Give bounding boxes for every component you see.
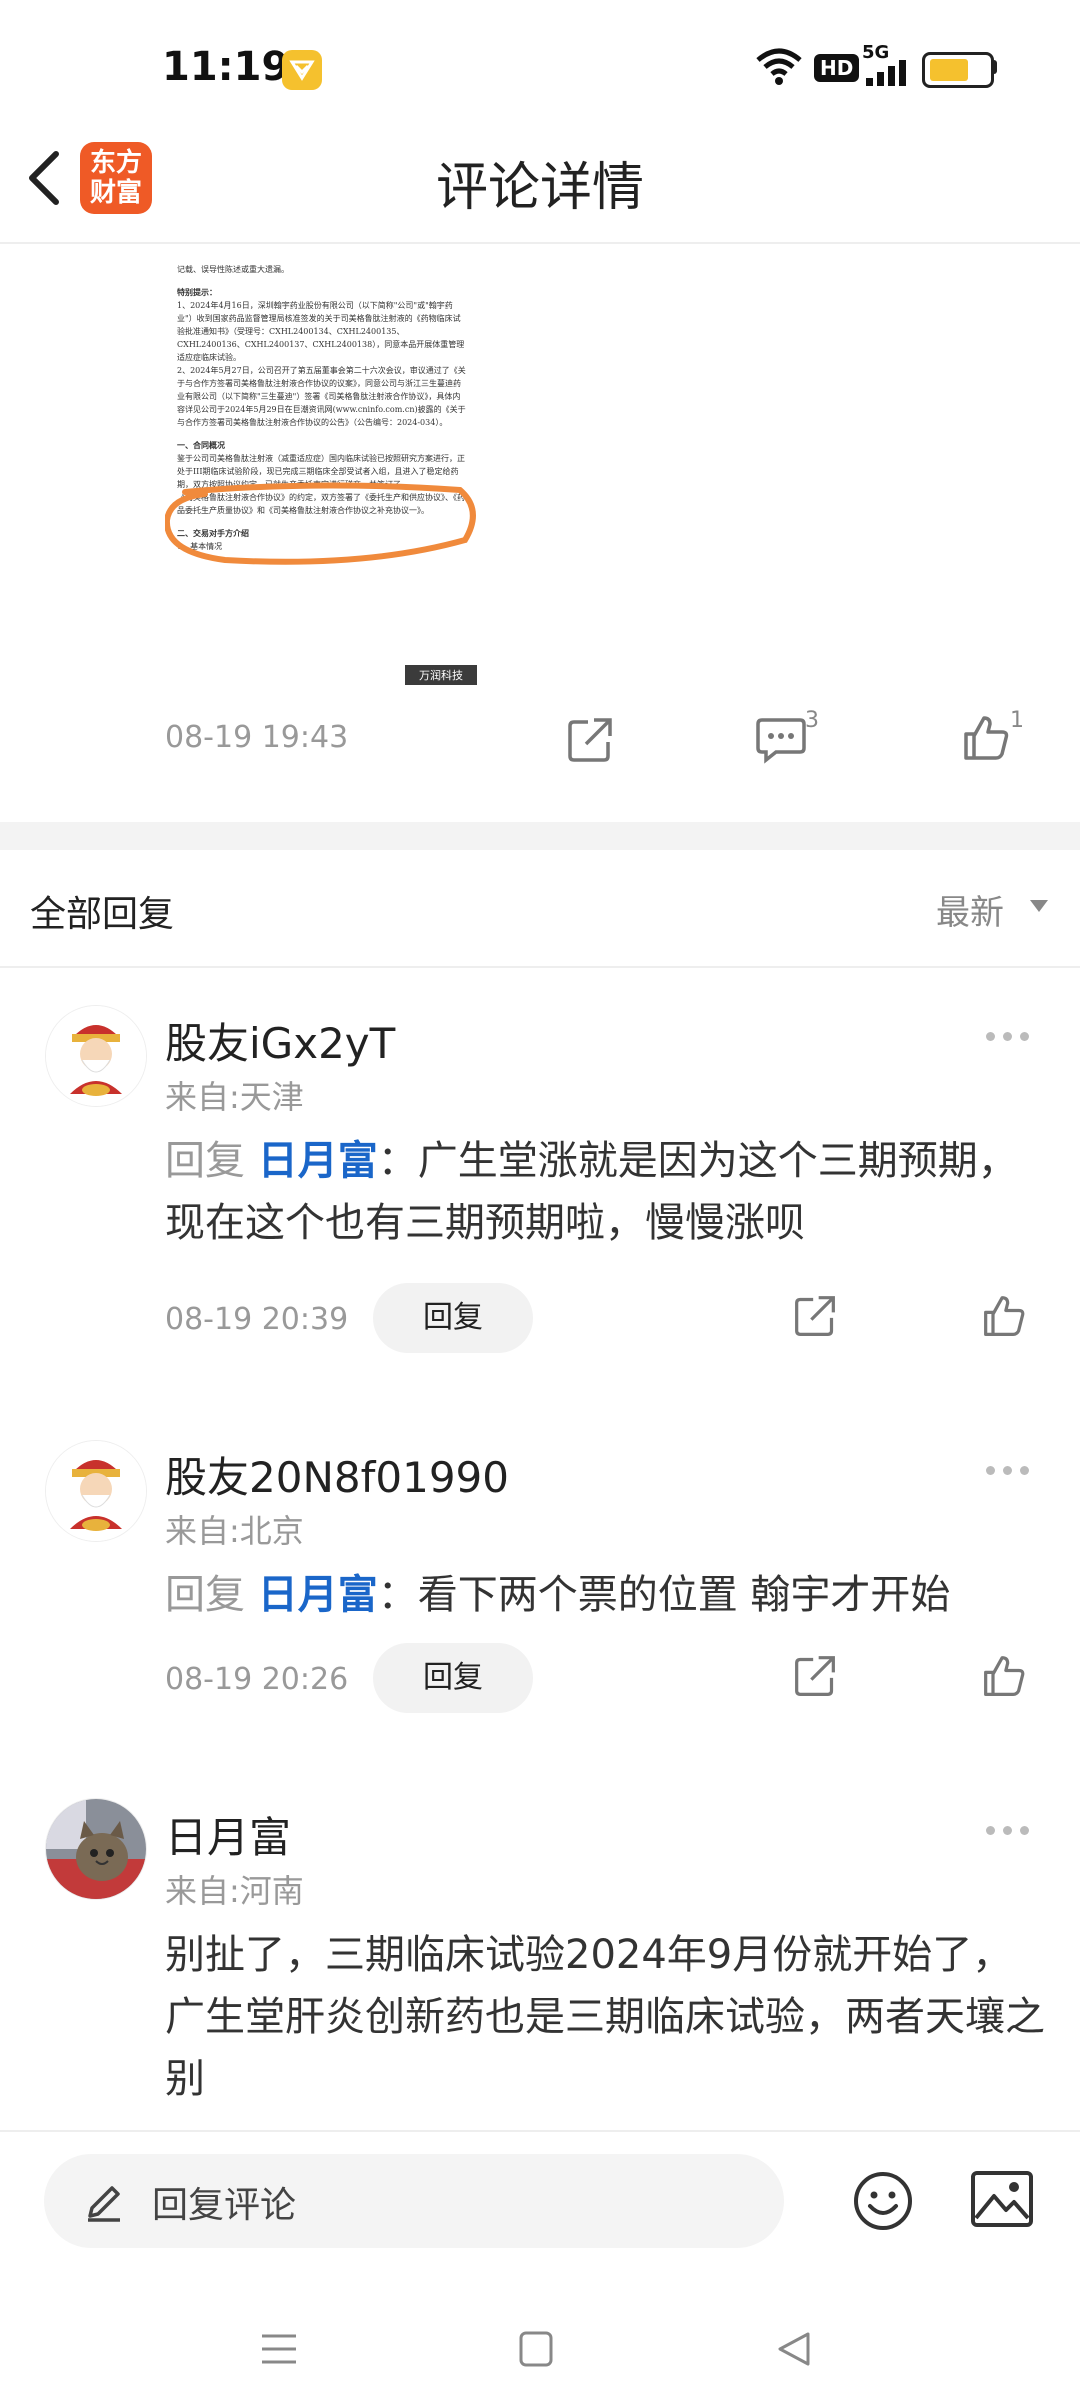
battery-icon (922, 52, 994, 88)
mention-link[interactable]: 日月富 (258, 1572, 378, 1618)
comment-text[interactable]: 别扯了，三期临床试验2024年9月份就开始了，广生堂肝炎创新药也是三期临床试验，… (165, 1924, 1045, 2124)
image-icon[interactable] (970, 2170, 1034, 2228)
section-gap (0, 822, 1080, 850)
avatar[interactable] (45, 1798, 147, 1900)
hd-badge: HD (814, 54, 860, 82)
more-options-icon[interactable] (986, 1466, 1037, 1475)
comment-text[interactable]: 回复 日月富：广生堂涨就是因为这个三期预期，现在这个也有三期预期啦，慢慢涨呗 (165, 1130, 1045, 1254)
caishen-avatar-icon (46, 1441, 146, 1541)
comment-location: 来自:河南 (165, 1872, 304, 1910)
home-nav-icon[interactable] (518, 2330, 554, 2368)
reply-input-placeholder[interactable]: 回复评论 (152, 2176, 296, 2228)
mention-link[interactable]: 日月富 (258, 1138, 378, 1184)
avatar[interactable] (45, 1005, 147, 1107)
comment-body: 别扯了，三期临床试验2024年9月份就开始了，广生堂肝炎创新药也是三期临床试验，… (165, 1932, 1045, 2102)
comment-location: 来自:北京 (165, 1512, 304, 1550)
comment-text[interactable]: 回复 日月富：看下两个票的位置 翰宇才开始 (165, 1564, 1045, 1626)
comment-icon[interactable] (756, 716, 806, 764)
reply-button[interactable]: 回复 (373, 1283, 533, 1353)
comment-count: 3 (805, 708, 819, 733)
page-title: 评论详情 (435, 158, 644, 218)
emoji-icon[interactable] (852, 2170, 914, 2232)
like-icon[interactable] (982, 1294, 1026, 1338)
document-line: 特别提示： (177, 287, 217, 297)
bottom-bar-divider (0, 2130, 1080, 2132)
share-icon[interactable] (793, 1654, 837, 1698)
comment-timestamp: 08-19 20:39 (165, 1302, 349, 1337)
comment-username[interactable]: 日月富 (165, 1804, 291, 1865)
document-line: 一、合同概况 (177, 440, 225, 450)
more-options-icon[interactable] (986, 1032, 1037, 1041)
status-bar: 11:19 HD 5G (0, 0, 1080, 140)
share-icon[interactable] (566, 716, 614, 764)
reply-prefix: 回复 (165, 1572, 245, 1618)
comment-timestamp: 08-19 20:26 (165, 1662, 349, 1697)
document-watermark: 万润科技 (405, 665, 477, 685)
document-line: 1、2024年4月16日，深圳翰宇药业股份有限公司（以下简称"公司"或"翰宇药业… (177, 301, 465, 362)
header-divider (0, 242, 1080, 244)
share-icon[interactable] (793, 1294, 837, 1338)
sort-dropdown-arrow-icon[interactable] (1030, 900, 1048, 912)
comment-username[interactable]: 股友iGx2yT (165, 1010, 395, 1071)
document-line: 记载、误导性陈述或重大遗漏。 (177, 265, 289, 274)
caishen-avatar-icon (46, 1006, 146, 1106)
like-count: 1 (1010, 708, 1024, 733)
sort-dropdown[interactable]: 最新 (936, 885, 1004, 934)
wifi-icon (756, 48, 802, 85)
comment-location: 来自:天津 (165, 1078, 304, 1116)
status-time: 11:19 (162, 44, 290, 90)
section-divider (0, 966, 1080, 968)
document-image[interactable]: 记载、误导性陈述或重大遗漏。 特别提示： 1、2024年4月16日，深圳翰宇药业股份… (165, 255, 480, 685)
menu-nav-icon[interactable] (260, 2332, 298, 2366)
document-line: 2、2024年5月27日，公司召开了第五届董事会第二十六次会议，审议通过了《关于… (177, 366, 466, 427)
reply-prefix: 回复 (165, 1138, 245, 1184)
replies-section-title: 全部回复 (30, 894, 175, 935)
pencil-icon (88, 2186, 120, 2222)
more-options-icon[interactable] (986, 1826, 1037, 1835)
reply-button[interactable]: 回复 (373, 1643, 533, 1713)
vip-badge-icon (282, 50, 322, 90)
avatar[interactable] (45, 1440, 147, 1542)
like-icon[interactable] (982, 1654, 1026, 1698)
cat-photo-avatar-icon (46, 1799, 146, 1899)
signal-icon (866, 60, 906, 86)
system-nav-bar (0, 2290, 1080, 2400)
like-icon[interactable] (962, 714, 1010, 762)
highlight-oval (165, 482, 476, 565)
battery-tip (992, 60, 997, 74)
comment-body: ：看下两个票的位置 翰宇才开始 (377, 1572, 951, 1618)
post-timestamp: 08-19 19:43 (165, 720, 349, 755)
back-nav-icon[interactable] (776, 2330, 812, 2368)
comment-username[interactable]: 股友20N8f01990 (165, 1444, 509, 1505)
